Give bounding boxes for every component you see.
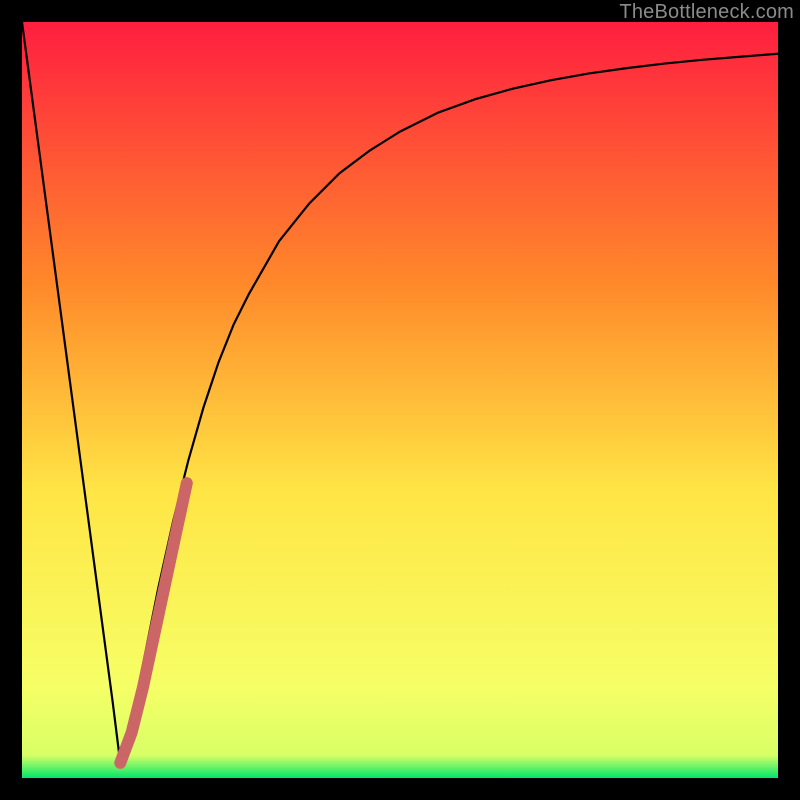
plot-area (22, 22, 778, 778)
chart-frame: TheBottleneck.com (0, 0, 800, 800)
chart-svg (22, 22, 778, 778)
watermark-label: TheBottleneck.com (619, 1, 794, 24)
gradient-background (22, 22, 778, 778)
